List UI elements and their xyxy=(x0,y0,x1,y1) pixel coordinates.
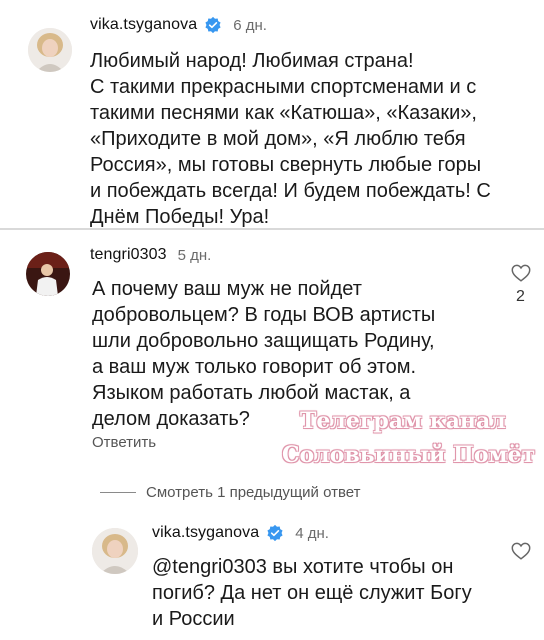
watermark-line-1: Телеграм канал xyxy=(300,408,506,434)
comment-tengri: tengri0303 5 дн. А почему ваш муж не пой… xyxy=(0,230,544,520)
like-count: 2 xyxy=(516,288,525,305)
username[interactable]: vika.tsyganova xyxy=(90,16,197,34)
comment-text: @tengri0303 вы хотите чтобы он погиб? Да… xyxy=(152,556,472,630)
reply-vika: vika.tsyganova 4 дн. @tengri0303 вы хоти… xyxy=(0,520,544,640)
timestamp: 4 дн. xyxy=(295,524,329,542)
watermark-line-2: Соловьиный Помёт xyxy=(282,442,536,468)
avatar[interactable] xyxy=(92,528,138,574)
username[interactable]: vika.tsyganova xyxy=(152,524,259,542)
avatar[interactable] xyxy=(28,28,72,72)
verified-badge-icon xyxy=(204,16,222,34)
timestamp: 6 дн. xyxy=(233,16,267,34)
heart-outline-icon[interactable] xyxy=(510,540,532,562)
username[interactable]: tengri0303 xyxy=(90,246,167,264)
view-replies-label: Смотреть 1 предыдущий ответ xyxy=(146,484,361,501)
verified-badge-icon xyxy=(266,524,284,542)
heart-outline-icon[interactable] xyxy=(510,262,532,284)
comment-vika-1: vika.tsyganova 6 дн. Любимый народ! Люби… xyxy=(0,0,544,230)
reply-button[interactable]: Ответить xyxy=(92,434,156,451)
view-replies-button[interactable]: Смотреть 1 предыдущий ответ xyxy=(100,484,361,501)
timestamp: 5 дн. xyxy=(177,246,212,264)
divider-line xyxy=(100,492,136,493)
comment-text: Любимый народ! Любимая страна! С такими … xyxy=(90,50,491,228)
avatar[interactable] xyxy=(26,252,70,296)
